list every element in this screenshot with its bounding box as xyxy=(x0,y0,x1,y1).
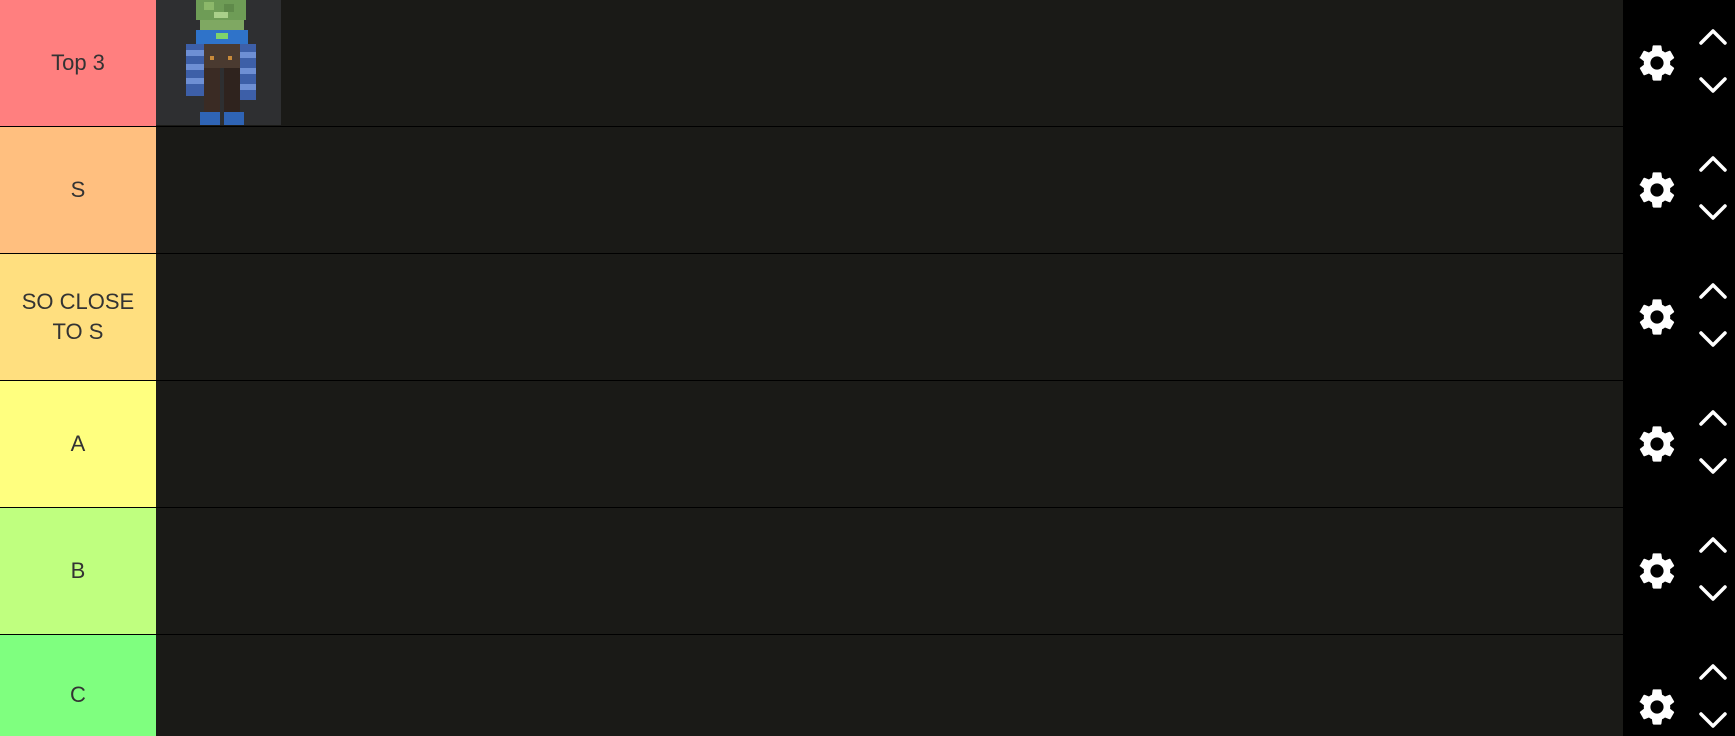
tier-row-c: C xyxy=(0,635,1735,736)
tier-controls xyxy=(1623,0,1735,126)
chevron-up-icon[interactable] xyxy=(1697,153,1729,175)
chevron-down-icon[interactable] xyxy=(1697,74,1729,96)
tier-row-b: B xyxy=(0,508,1735,634)
chevron-down-icon[interactable] xyxy=(1697,455,1729,477)
tier-items-dropzone[interactable] xyxy=(156,127,1623,253)
chevron-down-icon[interactable] xyxy=(1697,709,1729,731)
tier-items-dropzone[interactable] xyxy=(156,381,1623,507)
tier-items-dropzone[interactable] xyxy=(156,254,1623,380)
tier-label[interactable]: SO CLOSE TO S xyxy=(0,254,156,380)
tier-controls xyxy=(1623,254,1735,380)
tier-label[interactable]: S xyxy=(0,127,156,253)
tier-controls xyxy=(1623,127,1735,253)
gear-icon[interactable] xyxy=(1635,422,1679,466)
tier-item-minecraft-skin[interactable] xyxy=(156,0,281,125)
tier-controls xyxy=(1623,381,1735,507)
chevron-down-icon[interactable] xyxy=(1697,201,1729,223)
gear-icon[interactable] xyxy=(1635,295,1679,339)
tier-row-top-3: Top 3 xyxy=(0,0,1735,126)
tier-label[interactable]: Top 3 xyxy=(0,0,156,126)
chevron-up-icon[interactable] xyxy=(1697,661,1729,683)
gear-icon[interactable] xyxy=(1635,168,1679,212)
tier-label[interactable]: A xyxy=(0,381,156,507)
gear-icon[interactable] xyxy=(1635,41,1679,85)
tier-list: Top 3 S SO CLOSE TO S A B C xyxy=(0,0,1735,736)
chevron-down-icon[interactable] xyxy=(1697,328,1729,350)
tier-items-dropzone[interactable] xyxy=(156,508,1623,634)
tier-label[interactable]: C xyxy=(0,635,156,736)
tier-row-so-close-to-s: SO CLOSE TO S xyxy=(0,254,1735,380)
tier-row-a: A xyxy=(0,381,1735,507)
tier-controls xyxy=(1623,635,1735,736)
minecraft-skin-image xyxy=(156,0,281,125)
tier-label[interactable]: B xyxy=(0,508,156,634)
tier-items-dropzone[interactable] xyxy=(156,635,1623,736)
gear-icon[interactable] xyxy=(1635,549,1679,593)
tier-row-s: S xyxy=(0,127,1735,253)
chevron-up-icon[interactable] xyxy=(1697,280,1729,302)
chevron-up-icon[interactable] xyxy=(1697,26,1729,48)
tier-controls xyxy=(1623,508,1735,634)
chevron-down-icon[interactable] xyxy=(1697,582,1729,604)
gear-icon[interactable] xyxy=(1635,685,1679,729)
chevron-up-icon[interactable] xyxy=(1697,407,1729,429)
chevron-up-icon[interactable] xyxy=(1697,534,1729,556)
tier-items-dropzone[interactable] xyxy=(156,0,1623,126)
